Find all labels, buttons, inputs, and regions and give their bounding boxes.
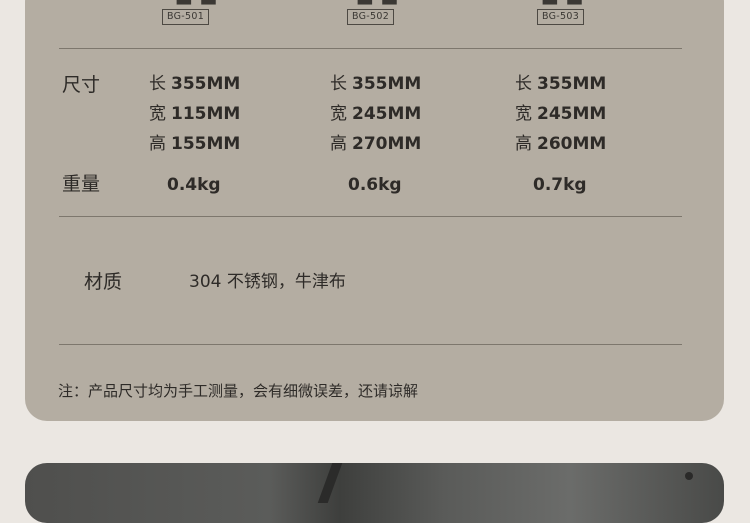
height-number: 260MM: [537, 134, 607, 154]
model-tag-bg-503: BG-503: [537, 9, 585, 25]
model-tag-bg-501: BG-501: [162, 9, 210, 25]
height-value: 高 260MM: [515, 133, 606, 155]
width-number: 115MM: [171, 104, 241, 124]
size-label: 尺寸: [62, 74, 101, 96]
height-value: 高 155MM: [149, 133, 240, 155]
measurement-note: 注：产品尺寸均为手工测量，会有细微误差，还请谅解: [58, 382, 419, 400]
length-value: 长 355MM: [149, 73, 240, 95]
height-label: 高: [149, 134, 166, 154]
height-value: 高 270MM: [330, 133, 421, 155]
width-value: 宽 245MM: [330, 103, 421, 125]
weight-value: 0.6kg: [348, 175, 402, 195]
height-number: 270MM: [352, 134, 422, 154]
width-value: 宽 115MM: [149, 103, 240, 125]
width-number: 245MM: [537, 104, 607, 124]
divider-middle: [59, 216, 682, 217]
product-photo: [25, 463, 724, 523]
width-value: 宽 245MM: [515, 103, 606, 125]
length-label: 长: [330, 74, 347, 94]
height-label: 高: [515, 134, 532, 154]
length-label: 长: [149, 74, 166, 94]
height-label: 高: [330, 134, 347, 154]
weight-value: 0.7kg: [533, 175, 587, 195]
length-value: 长 355MM: [330, 73, 421, 95]
width-label: 宽: [330, 104, 347, 124]
length-number: 355MM: [352, 74, 422, 94]
divider-bottom: [59, 344, 682, 345]
model-tag-bg-502: BG-502: [347, 9, 395, 25]
width-label: 宽: [149, 104, 166, 124]
length-number: 355MM: [171, 74, 241, 94]
material-value: 304 不锈钢，牛津布: [189, 272, 346, 292]
length-label: 长: [515, 74, 532, 94]
width-label: 宽: [515, 104, 532, 124]
weight-label: 重量: [62, 173, 101, 195]
photo-shadow-stripe: [317, 463, 343, 503]
length-value: 长 355MM: [515, 73, 606, 95]
width-number: 245MM: [352, 104, 422, 124]
height-number: 155MM: [171, 134, 241, 154]
weight-value: 0.4kg: [167, 175, 221, 195]
photo-rivet: [685, 472, 693, 480]
divider-top: [59, 48, 682, 49]
spec-card: [25, 0, 724, 421]
material-label: 材质: [84, 271, 123, 293]
length-number: 355MM: [537, 74, 607, 94]
